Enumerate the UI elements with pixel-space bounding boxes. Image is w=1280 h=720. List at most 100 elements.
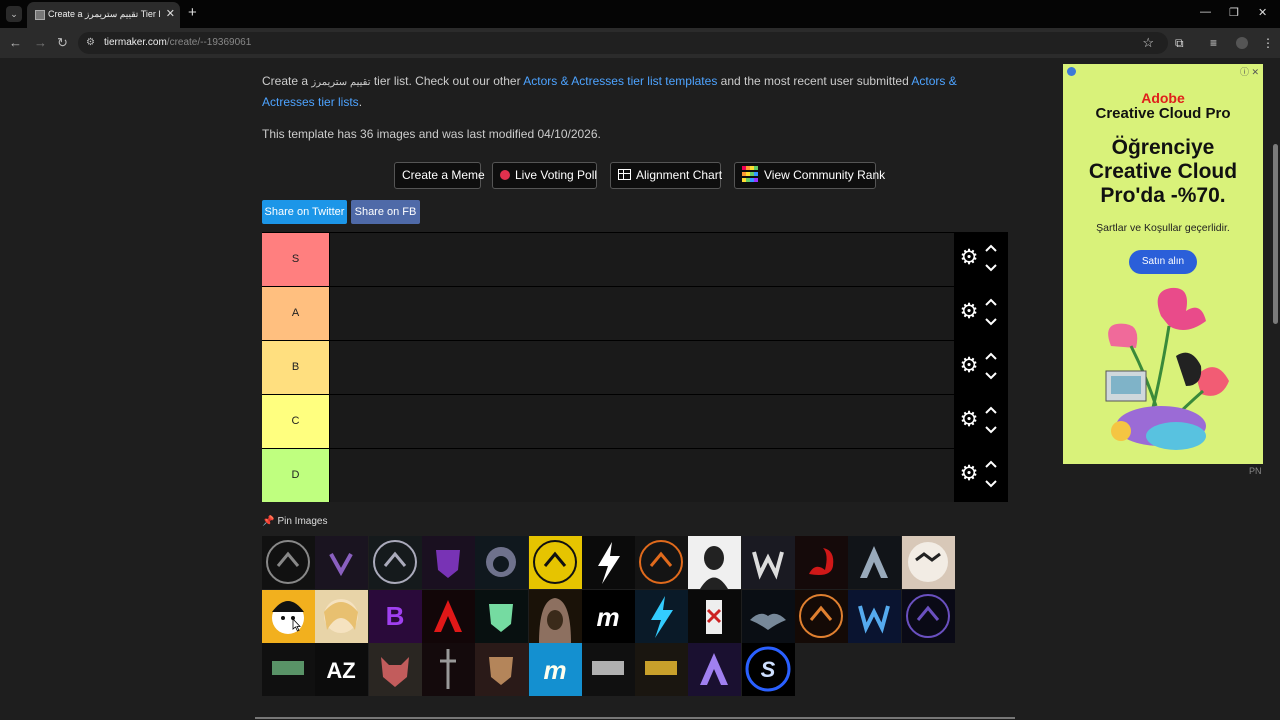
chevron-up-icon[interactable] (983, 349, 999, 363)
tier-image-item[interactable] (741, 536, 795, 589)
gear-icon[interactable]: ⚙ (958, 301, 980, 323)
tier-image-item[interactable] (421, 643, 475, 696)
browser-tab[interactable]: Create a تقييم ستريمرز Tier List ✕ (27, 2, 180, 28)
forward-icon[interactable]: → (34, 35, 47, 51)
tier-image-item[interactable]: m (581, 589, 635, 643)
tier-image-icon (688, 589, 742, 643)
media-icon[interactable]: ≡ (1210, 36, 1217, 50)
ad-banner[interactable]: ⓘ ✕ Adobe Creative Cloud Pro Öğrenciye C… (1063, 64, 1263, 464)
bookmark-star-icon[interactable]: ☆ (1142, 35, 1154, 51)
extensions-icon[interactable]: ⧉ (1175, 36, 1184, 50)
chevron-up-icon[interactable] (983, 241, 999, 255)
tier-image-item[interactable] (528, 536, 582, 589)
templates-link[interactable]: Actors & Actresses tier list templates (523, 74, 717, 88)
tier-image-item[interactable] (262, 643, 315, 696)
menu-icon[interactable]: ⋮ (1262, 36, 1274, 50)
chevron-down-icon[interactable] (983, 423, 999, 437)
tier-image-item[interactable] (795, 589, 848, 643)
tier-image-item[interactable] (688, 589, 742, 643)
tier-image-item[interactable] (475, 643, 529, 696)
tier-image-item[interactable] (901, 536, 955, 589)
tier-row: B ⚙ (262, 340, 1008, 394)
tier-drop-zone[interactable] (330, 287, 954, 340)
ad-cta-button[interactable]: Satın alın (1129, 250, 1197, 274)
tier-label[interactable]: B (262, 341, 329, 394)
share-twitter-button[interactable]: Share on Twitter (262, 200, 347, 224)
tier-label[interactable]: D (262, 449, 329, 502)
tier-image-item[interactable] (581, 536, 635, 589)
tier-drop-zone[interactable] (330, 233, 954, 286)
tier-image-item[interactable]: AZ (315, 643, 369, 696)
share-fb-button[interactable]: Share on FB (351, 200, 420, 224)
community-rank-button[interactable]: View Community Rank (734, 162, 885, 189)
tier-image-item[interactable] (528, 589, 582, 643)
tier-image-item[interactable] (795, 536, 848, 589)
tab-search-button[interactable]: ⌄ (6, 6, 22, 22)
restore-icon[interactable]: ❐ (1229, 6, 1239, 19)
tier-image-item[interactable] (848, 536, 902, 589)
tier-image-item[interactable] (635, 589, 689, 643)
page-scrollbar[interactable] (1270, 58, 1280, 720)
tier-image-item[interactable] (315, 589, 369, 643)
gear-icon[interactable]: ⚙ (958, 409, 980, 431)
tier-image-item[interactable] (741, 589, 795, 643)
new-tab-icon[interactable]: + (188, 5, 197, 21)
tier-label[interactable]: A (262, 287, 329, 340)
tier-image-icon (848, 536, 902, 589)
gear-icon[interactable]: ⚙ (958, 463, 980, 485)
tier-image-item[interactable] (901, 589, 955, 643)
chevron-down-icon[interactable] (983, 369, 999, 383)
pin-images[interactable]: 📌 Pin Images (262, 516, 327, 527)
tier-drop-zone[interactable] (330, 449, 954, 502)
tier-image-icon (635, 536, 689, 589)
chevron-down-icon[interactable] (983, 315, 999, 329)
scroll-thumb[interactable] (1273, 144, 1278, 324)
tier-image-item[interactable] (262, 536, 315, 589)
back-icon[interactable]: ← (9, 35, 22, 51)
tier-image-item[interactable]: B (368, 589, 422, 643)
profile-avatar[interactable] (1236, 37, 1248, 49)
tier-image-item[interactable] (315, 536, 369, 589)
tier-image-item[interactable]: S (741, 643, 795, 696)
tier-image-icon (475, 589, 529, 643)
close-window-icon[interactable]: ✕ (1258, 6, 1267, 19)
chevron-down-icon[interactable] (983, 477, 999, 491)
tier-image-item[interactable] (688, 536, 742, 589)
tier-image-item[interactable] (368, 643, 422, 696)
tier-drop-zone[interactable] (330, 341, 954, 394)
tier-image-item[interactable] (635, 643, 689, 696)
url-bar[interactable]: ⚙ tiermaker.com/create/--19369061 ☆ (78, 32, 1168, 54)
tier-label[interactable]: C (262, 395, 329, 448)
tier-image-icon: m (581, 589, 635, 643)
chevron-down-icon[interactable] (983, 261, 999, 275)
tier-image-item[interactable] (848, 589, 902, 643)
chevron-up-icon[interactable] (983, 403, 999, 417)
chevron-up-icon[interactable] (983, 457, 999, 471)
tier-image-item[interactable] (635, 536, 689, 589)
gear-icon[interactable]: ⚙ (958, 247, 980, 269)
tier-image-item[interactable]: m (528, 643, 582, 696)
alignment-chart-button[interactable]: Alignment Chart (610, 162, 722, 189)
close-tab-icon[interactable]: ✕ (166, 7, 175, 21)
tier-image-item[interactable] (262, 589, 315, 643)
ad-close-icon[interactable]: ⓘ ✕ (1240, 65, 1259, 78)
tier-image-item[interactable] (421, 536, 475, 589)
tier-image-item[interactable] (475, 536, 529, 589)
grid-icon (618, 169, 631, 180)
chevron-up-icon[interactable] (983, 295, 999, 309)
site-info-icon[interactable]: ⚙ (86, 37, 98, 49)
tier-image-item[interactable] (421, 589, 475, 643)
reload-icon[interactable]: ↻ (57, 35, 68, 51)
tier-image-item[interactable] (581, 643, 635, 696)
tier-image-item[interactable] (688, 643, 742, 696)
tier-image-icon (315, 536, 369, 589)
gear-icon[interactable]: ⚙ (958, 355, 980, 377)
ad-info-icon[interactable] (1067, 67, 1076, 76)
minimize-icon[interactable]: — (1200, 6, 1211, 18)
tier-image-item[interactable] (368, 536, 422, 589)
live-poll-button[interactable]: Live Voting Poll (492, 162, 597, 189)
tier-drop-zone[interactable] (330, 395, 954, 448)
tier-label[interactable]: S (262, 233, 329, 286)
tier-image-item[interactable] (475, 589, 529, 643)
create-meme-button[interactable]: Create a Meme (394, 162, 485, 189)
